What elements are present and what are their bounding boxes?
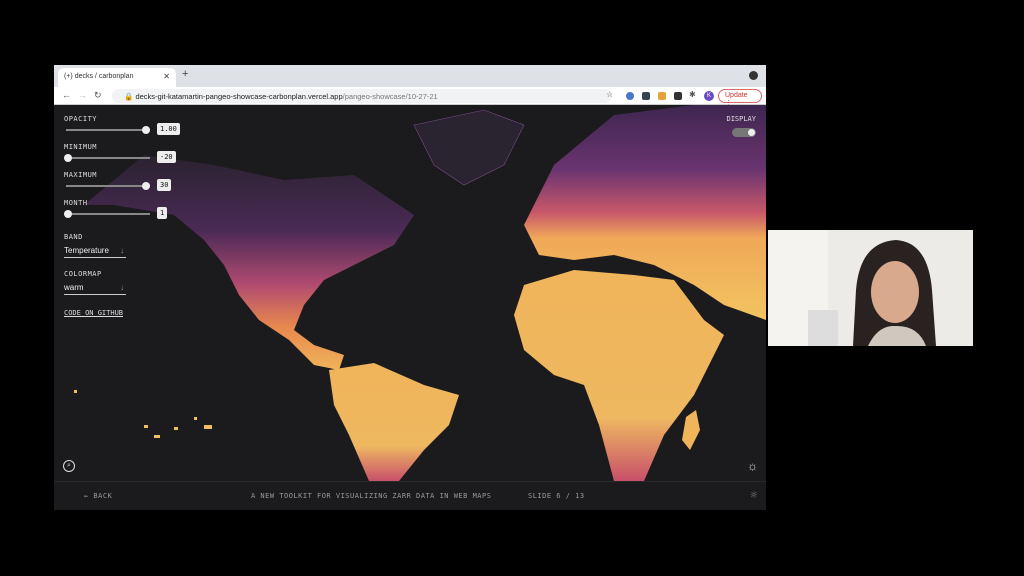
maximum-label: MAXIMUM (64, 171, 98, 179)
month-value: 1 (157, 207, 168, 219)
slide-counter: SLIDE 6 / 13 (528, 492, 585, 500)
address-bar-row: ← → ↻ 🔒 decks-git-katamartin-pangeo-show… (54, 87, 766, 107)
extension-icon[interactable] (658, 92, 666, 100)
slide-title: A NEW TOOLKIT FOR VISUALIZING ZARR DATA … (251, 492, 492, 500)
band-label: BAND (64, 233, 83, 241)
favicon: (+) (64, 73, 73, 80)
reload-icon[interactable]: ↻ (94, 90, 102, 101)
theme-sun-icon[interactable]: ☼ (750, 488, 758, 502)
webcam-video (768, 230, 973, 346)
tab-title: decks / carbonplan (74, 73, 134, 80)
puzzle-icon[interactable]: ✱ (689, 90, 696, 99)
forward-icon[interactable]: → (78, 90, 87, 100)
opacity-label: OPACITY (64, 115, 98, 123)
url-input[interactable]: 🔒 decks-git-katamartin-pangeo-showcase-c… (112, 89, 612, 103)
github-link[interactable]: CODE ON GITHUB (64, 309, 179, 317)
close-tab-icon[interactable]: ✕ (163, 72, 170, 81)
url-path: /pangeo-showcase/10-27-21 (342, 92, 438, 101)
pacific-islands (74, 390, 212, 438)
month-slider[interactable]: 1 (64, 207, 179, 221)
sun-icon[interactable]: ☼ (747, 459, 758, 473)
chrome-menu-icon[interactable] (749, 71, 758, 80)
slide-footer: ← BACK A NEW TOOLKIT FOR VISUALIZING ZAR… (54, 481, 766, 510)
zoom-search-icon[interactable]: ⌕ (63, 460, 75, 472)
greenland (413, 109, 525, 186)
chevron-down-icon: ↓ (120, 246, 124, 255)
extension-icon[interactable] (674, 92, 682, 100)
slider-handle[interactable] (64, 154, 72, 162)
slider-handle[interactable] (142, 126, 150, 134)
profile-avatar[interactable]: K (704, 91, 714, 101)
band-value: Temperature (64, 246, 109, 255)
madagascar (682, 410, 700, 450)
control-panel: OPACITY 1.00 MINIMUM -20 MAXIMUM 30 MONT… (64, 115, 180, 317)
month-label: MONTH (64, 199, 88, 207)
url-host: decks-git-katamartin-pangeo-showcase-car… (135, 92, 343, 101)
minimum-value: -20 (157, 151, 176, 163)
maximum-value: 30 (157, 179, 172, 191)
new-tab-button[interactable]: + (182, 68, 188, 80)
colormap-label: COLORMAP (64, 270, 102, 278)
extension-icon[interactable] (642, 92, 650, 100)
minimum-slider[interactable]: -20 (64, 151, 179, 165)
display-toggle[interactable] (732, 128, 756, 137)
back-icon[interactable]: ← (62, 90, 71, 100)
colormap-select[interactable]: warm ↓ (64, 281, 126, 295)
map-canvas[interactable]: OPACITY 1.00 MINIMUM -20 MAXIMUM 30 MONT… (54, 105, 766, 481)
display-label: DISPLAY (726, 115, 756, 123)
chevron-down-icon: ↓ (120, 283, 124, 292)
update-label: Update (725, 92, 748, 99)
slider-handle[interactable] (64, 210, 72, 218)
tab-bar: (+) decks / carbonplan ✕ + (54, 65, 766, 87)
bookmark-star-icon[interactable]: ☆ (606, 90, 613, 99)
back-link[interactable]: ← BACK (84, 492, 112, 500)
band-select[interactable]: Temperature ↓ (64, 244, 126, 258)
maximum-slider[interactable]: 30 (64, 179, 179, 193)
extension-icon[interactable] (626, 92, 634, 100)
opacity-slider[interactable]: 1.00 (64, 123, 180, 137)
slider-handle[interactable] (142, 182, 150, 190)
opacity-value: 1.00 (157, 123, 180, 135)
colormap-value: warm (64, 283, 84, 292)
africa (514, 270, 724, 481)
minimum-label: MINIMUM (64, 143, 98, 151)
presenter-figure (768, 230, 936, 346)
display-toggle-group: DISPLAY (726, 115, 756, 137)
update-button[interactable]: Update ⋮ (718, 89, 762, 107)
south-america (329, 363, 459, 481)
browser-window: (+) decks / carbonplan ✕ + ← → ↻ 🔒 decks-… (54, 65, 766, 510)
tab-decks[interactable]: (+) decks / carbonplan ✕ (58, 68, 176, 87)
